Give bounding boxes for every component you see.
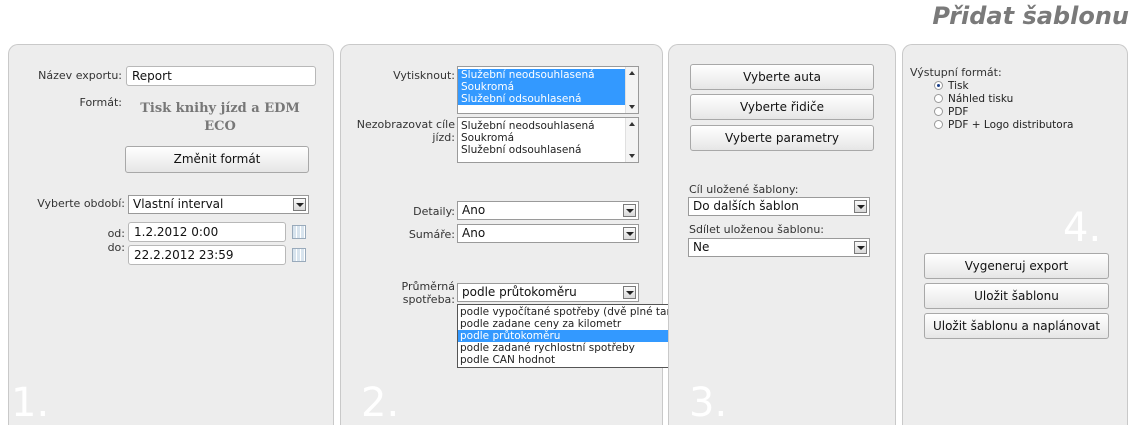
from-date-input[interactable]: 1.2.2012 0:00 <box>128 222 286 242</box>
format-label: Formát: <box>79 96 122 109</box>
panel-export-settings: Název exportu: Report Formát: Tisk knihy… <box>8 44 334 426</box>
consumption-select[interactable]: podle průtokoměru <box>457 283 639 302</box>
generate-export-button[interactable]: Vygeneruj export <box>924 253 1109 279</box>
radio-button-selected[interactable] <box>934 81 943 90</box>
hide-destinations-listbox[interactable]: Služební neodsouhlasená Soukromá Služebn… <box>457 117 639 163</box>
step-number: 1. <box>11 380 50 426</box>
calendar-icon[interactable] <box>292 248 306 262</box>
scroll-down-icon[interactable] <box>629 105 635 109</box>
list-item[interactable]: Služební odsouhlasená <box>458 144 638 156</box>
scrollbar[interactable] <box>625 118 638 162</box>
period-select[interactable]: Vlastní interval <box>128 195 309 214</box>
radio-button[interactable] <box>934 120 943 129</box>
save-template-button[interactable]: Uložit šablonu <box>924 283 1109 309</box>
sums-label: Sumáře: <box>408 228 455 241</box>
sums-select-value: Ano <box>462 226 486 240</box>
select-drivers-button[interactable]: Vyberte řidiče <box>690 94 874 120</box>
to-date-input[interactable]: 22.2.2012 23:59 <box>128 245 286 265</box>
consumption-select-value: podle průtokoměru <box>462 285 577 299</box>
panel-selection-settings: Vyberte auta Vyberte řidiče Vyberte para… <box>668 44 896 426</box>
chevron-down-icon <box>854 200 867 213</box>
scroll-up-icon[interactable] <box>629 71 635 75</box>
list-item[interactable]: Soukromá <box>458 132 638 144</box>
share-template-select-value: Ne <box>693 240 710 254</box>
output-option-pdf[interactable]: PDF <box>934 106 968 118</box>
radio-button[interactable] <box>934 107 943 116</box>
output-option-print[interactable]: Tisk <box>934 80 969 92</box>
consumption-label: Průměrná spotřeba: <box>401 280 455 306</box>
chevron-down-icon <box>293 198 306 211</box>
radio-button[interactable] <box>934 94 943 103</box>
chevron-down-icon <box>623 227 636 240</box>
step-number: 4. <box>1063 205 1102 251</box>
template-target-select[interactable]: Do dalších šablon <box>688 197 870 216</box>
hide-destinations-label: Nezobrazovat cíle jízd: <box>356 118 455 144</box>
to-label: do: <box>107 241 125 254</box>
chevron-down-icon <box>623 286 636 299</box>
sums-select[interactable]: Ano <box>457 224 639 243</box>
format-name: Tisk knihy jízd a EDM ECO <box>140 101 300 134</box>
calendar-icon[interactable] <box>292 225 306 239</box>
output-option-label: Tisk <box>948 80 969 92</box>
output-option-label: PDF <box>948 106 969 118</box>
period-select-value: Vlastní interval <box>133 197 224 211</box>
details-select[interactable]: Ano <box>457 201 639 220</box>
template-target-label: Cíl uložené šablony: <box>689 183 799 196</box>
print-label: Vytisknout: <box>393 69 455 82</box>
panel-content-settings: Vytisknout: Služební neodsouhlasená Souk… <box>340 44 719 426</box>
output-option-pdf-logo[interactable]: PDF + Logo distributora <box>934 119 1073 131</box>
step-number: 2. <box>361 380 400 426</box>
step-number: 3. <box>689 380 728 426</box>
page-title: Přidat šablonu <box>932 2 1129 30</box>
chevron-down-icon <box>854 241 867 254</box>
scroll-down-icon[interactable] <box>629 154 635 158</box>
select-parameters-button[interactable]: Vyberte parametry <box>690 125 874 151</box>
change-format-button[interactable]: Změnit formát <box>125 146 309 173</box>
output-option-preview[interactable]: Náhled tisku <box>934 93 1013 105</box>
output-option-label: PDF + Logo distributora <box>948 119 1074 131</box>
save-and-schedule-button[interactable]: Uložit šablonu a naplánovat <box>924 313 1109 339</box>
panel-output-settings: Výstupní formát: Tisk Náhled tisku PDF P… <box>902 44 1128 425</box>
scroll-up-icon[interactable] <box>629 122 635 126</box>
details-select-value: Ano <box>462 203 486 217</box>
select-cars-button[interactable]: Vyberte auta <box>690 64 874 90</box>
template-target-select-value: Do dalších šablon <box>693 199 799 213</box>
output-option-label: Náhled tisku <box>948 93 1014 105</box>
list-item[interactable]: Služební neodsouhlasená <box>458 69 638 81</box>
list-item[interactable]: Soukromá <box>458 81 638 93</box>
list-item[interactable]: Služební neodsouhlasená <box>458 120 638 132</box>
list-item[interactable]: Služební odsouhlasená <box>458 93 638 105</box>
share-template-label: Sdílet uloženou šablonu: <box>689 223 825 236</box>
print-listbox[interactable]: Služební neodsouhlasená Soukromá Služebn… <box>457 66 639 114</box>
details-label: Detaily: <box>413 205 455 218</box>
export-name-label: Název exportu: <box>38 69 122 82</box>
chevron-down-icon <box>623 204 636 217</box>
export-name-input[interactable]: Report <box>126 66 316 86</box>
output-format-label: Výstupní formát: <box>910 66 1002 79</box>
scrollbar[interactable] <box>625 67 638 113</box>
period-label: Vyberte období: <box>37 197 125 210</box>
from-label: od: <box>107 227 125 240</box>
share-template-select[interactable]: Ne <box>688 238 870 257</box>
